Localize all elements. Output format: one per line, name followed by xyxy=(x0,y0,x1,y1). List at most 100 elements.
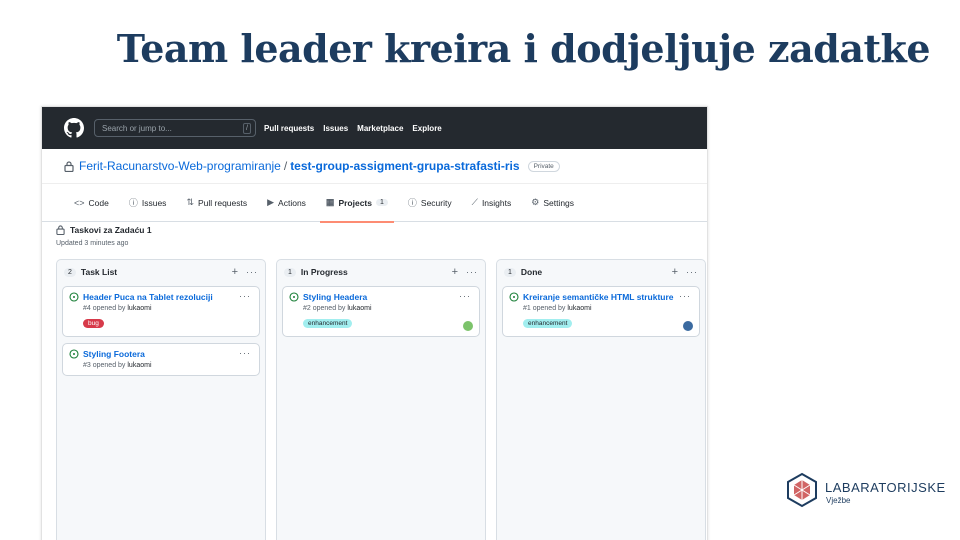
gear-icon: ⚙ xyxy=(531,197,540,207)
code-icon: <> xyxy=(74,197,85,208)
issue-number: #1 opened by xyxy=(523,305,568,312)
column-count-badge: 1 xyxy=(284,267,296,277)
slide-title: Team leader kreira i dodjeljuje zadatke xyxy=(116,26,931,71)
graph-icon: ⟋ xyxy=(471,197,478,207)
issue-title-link[interactable]: Header Puca na Tablet rezoluciji xyxy=(83,292,213,302)
projects-count-badge: 1 xyxy=(375,199,388,206)
column-header: 1 In Progress + ··· xyxy=(277,260,485,284)
tab-actions[interactable]: ▶ Actions xyxy=(267,184,306,222)
label-enhancement[interactable]: enhancement xyxy=(303,319,353,328)
breadcrumb-separator: / xyxy=(283,159,288,173)
label-bug[interactable]: bug xyxy=(83,319,104,328)
repo-tabs: <> Code ⓘ Issues ⇅ Pull requests ▶ Actions ▦… xyxy=(42,184,707,223)
visibility-badge: Private xyxy=(527,160,560,172)
issue-number: #4 opened by xyxy=(83,305,128,312)
issue-card[interactable]: Styling Headera ··· #2 opened by lukaomi… xyxy=(282,286,480,337)
issue-number: #2 opened by xyxy=(303,305,348,312)
github-header: Search or jump to... / Pull requests Iss… xyxy=(42,107,707,149)
column-title: In Progress xyxy=(300,267,348,277)
column-done: 1 Done + ··· Kreiranje semantičke HTML s… xyxy=(496,259,706,540)
tab-label: Settings xyxy=(543,197,575,208)
column-count-badge: 1 xyxy=(504,267,516,277)
issue-author[interactable]: lukaomi xyxy=(347,305,371,312)
tab-label: Issues xyxy=(141,197,167,208)
issue-meta: #2 opened by lukaomi xyxy=(303,305,473,312)
search-placeholder: Search or jump to... xyxy=(102,123,172,133)
github-screenshot: Search or jump to... / Pull requests Iss… xyxy=(41,106,708,540)
issue-author[interactable]: lukaomi xyxy=(127,362,151,369)
tab-settings[interactable]: ⚙ Settings xyxy=(531,184,574,222)
repo-breadcrumb: Ferit-Racunarstvo-Web-programiranje / te… xyxy=(42,149,707,184)
open-issue-icon xyxy=(289,292,299,302)
card-menu-icon[interactable]: ··· xyxy=(239,291,251,301)
more-options-icon[interactable]: ··· xyxy=(686,267,698,277)
more-options-icon[interactable]: ··· xyxy=(246,267,258,277)
top-nav: Pull requests Issues Marketplace Explore xyxy=(264,124,442,133)
assignee-avatar[interactable] xyxy=(683,321,693,331)
open-issue-icon xyxy=(69,349,79,359)
open-issue-icon xyxy=(509,292,519,302)
brand-subtitle: Vježbe xyxy=(826,496,851,505)
tab-label: Actions xyxy=(278,197,306,208)
tab-label: Projects xyxy=(338,197,372,208)
issue-author[interactable]: lukaomi xyxy=(567,305,591,312)
brand-name: LABARATORIJSKE xyxy=(825,480,946,495)
column-header: 1 Done + ··· xyxy=(497,260,705,284)
repo-owner-link[interactable]: Ferit-Racunarstvo-Web-programiranje xyxy=(79,159,281,173)
add-card-icon[interactable]: + xyxy=(452,266,458,278)
search-input[interactable]: Search or jump to... / xyxy=(94,119,256,137)
tab-label: Security xyxy=(420,197,452,208)
issue-meta: #1 opened by lukaomi xyxy=(523,305,693,312)
label-enhancement[interactable]: enhancement xyxy=(523,319,573,328)
nav-pull-requests[interactable]: Pull requests xyxy=(264,124,314,133)
issue-meta: #3 opened by lukaomi xyxy=(83,362,253,369)
card-menu-icon[interactable]: ··· xyxy=(459,291,471,301)
nav-marketplace[interactable]: Marketplace xyxy=(357,124,403,133)
shield-icon: ⓘ xyxy=(407,198,417,208)
add-card-icon[interactable]: + xyxy=(672,266,678,278)
column-in-progress: 1 In Progress + ··· Styling Headera ··· … xyxy=(276,259,486,540)
issue-title-link[interactable]: Styling Headera xyxy=(303,292,367,302)
tab-code[interactable]: <> Code xyxy=(74,184,109,222)
project-icon: ▦ xyxy=(325,197,335,207)
issue-title-link[interactable]: Styling Footera xyxy=(83,349,145,359)
issue-card[interactable]: Header Puca na Tablet rezoluciji ··· #4 … xyxy=(62,286,260,337)
play-icon: ▶ xyxy=(267,197,275,207)
issue-author[interactable]: lukaomi xyxy=(127,305,151,312)
tab-pull-requests[interactable]: ⇅ Pull requests xyxy=(186,184,247,222)
assignee-avatar[interactable] xyxy=(463,321,473,331)
issue-card[interactable]: Styling Footera ··· #3 opened by lukaomi xyxy=(62,343,260,376)
board-name: Taskovi za Zadaću 1 xyxy=(70,225,152,235)
nav-issues[interactable]: Issues xyxy=(323,124,348,133)
issue-number: #3 opened by xyxy=(83,362,128,369)
lock-icon xyxy=(56,225,65,235)
tab-issues[interactable]: ⓘ Issues xyxy=(129,184,167,222)
more-options-icon[interactable]: ··· xyxy=(466,267,478,277)
tab-label: Insights xyxy=(481,197,512,208)
tab-security[interactable]: ⓘ Security xyxy=(408,184,452,222)
github-logo-icon[interactable] xyxy=(64,118,84,138)
tab-label: Pull requests xyxy=(197,197,248,208)
card-menu-icon[interactable]: ··· xyxy=(239,348,251,358)
tab-projects[interactable]: ▦ Projects 1 xyxy=(319,184,394,223)
column-count-badge: 2 xyxy=(64,267,76,277)
board-updated-time: Updated 3 minutes ago xyxy=(56,240,129,247)
issue-title-link[interactable]: Kreiranje semantičke HTML strukture xyxy=(523,292,674,302)
nav-explore[interactable]: Explore xyxy=(412,124,441,133)
card-menu-icon[interactable]: ··· xyxy=(679,291,691,301)
tab-label: Code xyxy=(88,197,109,208)
issue-meta: #4 opened by lukaomi xyxy=(83,305,253,312)
open-issue-icon xyxy=(69,292,79,302)
repo-name-link[interactable]: test-group-assigment-grupa-strafasti-ris xyxy=(290,159,519,173)
project-board-title: Taskovi za Zadaću 1 xyxy=(56,225,152,235)
issue-card[interactable]: Kreiranje semantičke HTML strukture ··· … xyxy=(502,286,700,337)
column-header: 2 Task List + ··· xyxy=(57,260,265,284)
lock-icon xyxy=(64,160,74,172)
column-title: Done xyxy=(520,267,543,277)
labaratorijske-logo-icon xyxy=(787,472,817,508)
column-task-list: 2 Task List + ··· Header Puca na Tablet … xyxy=(56,259,266,540)
slide: Team leader kreira i dodjeljuje zadatke … xyxy=(0,0,960,540)
tab-insights[interactable]: ⟋ Insights xyxy=(472,184,512,222)
pull-request-icon: ⇅ xyxy=(186,197,194,207)
add-card-icon[interactable]: + xyxy=(232,266,238,278)
